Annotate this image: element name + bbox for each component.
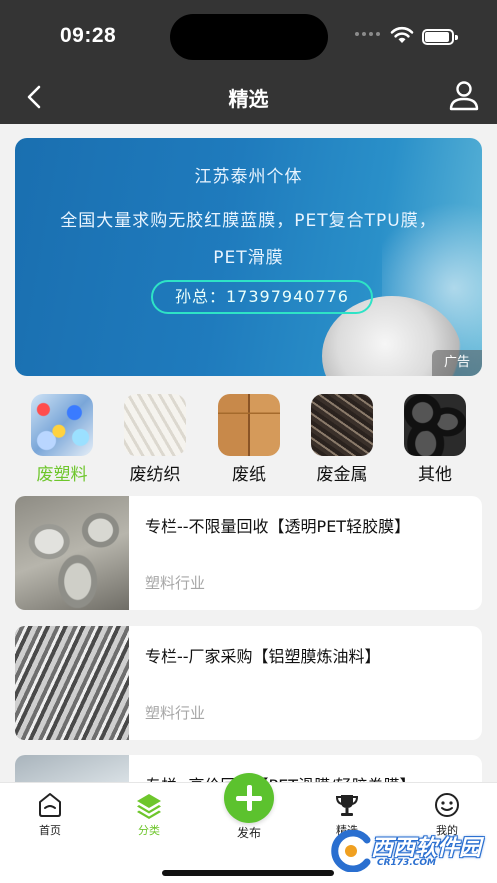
home-icon bbox=[39, 793, 61, 817]
user-icon[interactable] bbox=[446, 78, 482, 114]
list-item[interactable]: 专栏--不限量回收【透明PET轻胶膜】 塑料行业 bbox=[15, 496, 482, 610]
status-time: 09:28 bbox=[60, 24, 117, 47]
category-paper[interactable]: 废纸 bbox=[209, 394, 289, 485]
item-thumbnail bbox=[15, 496, 129, 610]
page-title: 精选 bbox=[228, 87, 269, 111]
tab-category[interactable]: 分类 bbox=[114, 791, 184, 838]
item-title: 专栏--厂家采购【铝塑膜炼油料】 bbox=[145, 647, 381, 666]
dynamic-island bbox=[170, 14, 328, 60]
category-label: 废塑料 bbox=[36, 465, 88, 485]
signal-icon bbox=[355, 32, 380, 36]
home-indicator bbox=[162, 870, 334, 876]
trophy-icon bbox=[335, 795, 359, 816]
tab-home[interactable]: 首页 bbox=[15, 791, 85, 838]
watermark-logo-icon bbox=[331, 830, 371, 872]
publish-button[interactable] bbox=[224, 773, 274, 823]
paper-thumbnail bbox=[218, 394, 280, 456]
tab-label: 分类 bbox=[138, 824, 160, 837]
plastic-thumbnail bbox=[31, 394, 93, 456]
category-label: 废金属 bbox=[316, 465, 368, 485]
wifi-icon bbox=[390, 26, 414, 43]
banner-description: 全国大量求购无胶红膜蓝膜，PET复合TPU膜， bbox=[60, 211, 437, 231]
category-other[interactable]: 其他 bbox=[395, 394, 475, 485]
layers-icon bbox=[137, 794, 161, 819]
item-industry: 塑料行业 bbox=[145, 574, 206, 592]
category-row: 废塑料 废纺织 废纸 废金属 其他 bbox=[15, 394, 482, 485]
category-label: 其他 bbox=[418, 465, 452, 485]
banner-description-2: PET滑膜 bbox=[213, 248, 284, 268]
battery-icon bbox=[422, 29, 458, 45]
publish-label: 发布 bbox=[236, 826, 261, 840]
ad-tag: 广告 bbox=[432, 350, 482, 376]
category-textile[interactable]: 废纺织 bbox=[115, 394, 195, 485]
watermark: 西西软件园 CR173.COM bbox=[325, 826, 495, 876]
item-thumbnail bbox=[15, 626, 129, 740]
category-label: 废纺织 bbox=[129, 465, 181, 485]
category-metal[interactable]: 废金属 bbox=[302, 394, 382, 485]
watermark-url: CR173.COM bbox=[377, 858, 436, 868]
banner-location: 江苏泰州个体 bbox=[194, 167, 303, 187]
tab-label: 首页 bbox=[39, 824, 61, 837]
other-thumbnail bbox=[404, 394, 466, 456]
metal-thumbnail bbox=[311, 394, 373, 456]
textile-thumbnail bbox=[124, 394, 186, 456]
category-plastic[interactable]: 废塑料 bbox=[22, 394, 102, 485]
item-title: 专栏--不限量回收【透明PET轻胶膜】 bbox=[145, 517, 411, 536]
ad-banner[interactable]: 江苏泰州个体 全国大量求购无胶红膜蓝膜，PET复合TPU膜， PET滑膜 孙总：… bbox=[15, 138, 482, 376]
banner-contact-button[interactable]: 孙总：17397940776 bbox=[151, 280, 373, 314]
item-industry: 塑料行业 bbox=[145, 704, 206, 722]
header: 09:28 精选 bbox=[0, 0, 497, 124]
profile-face-icon bbox=[435, 793, 459, 817]
list-item[interactable]: 专栏--厂家采购【铝塑膜炼油料】 塑料行业 bbox=[15, 626, 482, 740]
category-label: 废纸 bbox=[232, 465, 266, 485]
